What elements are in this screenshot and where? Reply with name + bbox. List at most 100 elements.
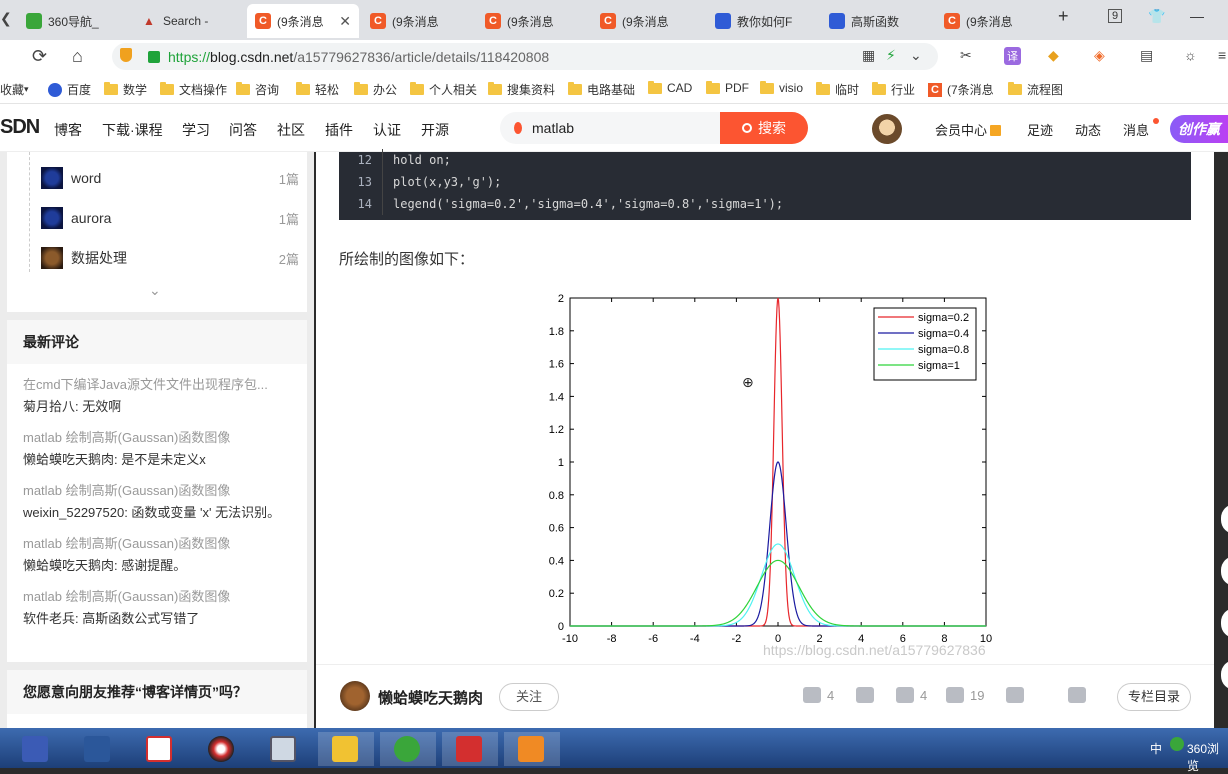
site-nav-item[interactable]: 社区 <box>277 120 305 140</box>
ime-indicator[interactable]: 中 <box>1150 740 1162 757</box>
dislike-button[interactable] <box>856 687 880 703</box>
coupon-icon[interactable]: ◆ <box>1048 47 1059 64</box>
new-tab-button[interactable]: + <box>1058 6 1069 27</box>
csdn-logo[interactable]: SDN <box>0 116 40 139</box>
bookmark-item[interactable]: 行业 <box>872 81 915 98</box>
tray-app-label[interactable]: 360浏览 <box>1187 740 1228 774</box>
site-nav-item[interactable]: 学习 <box>182 120 210 140</box>
browser-tab[interactable]: C (9条消息 <box>936 4 1048 38</box>
browser-tab[interactable]: C (9条消息 <box>477 4 589 38</box>
column-item-data-processing[interactable]: 数据处理 2篇 <box>29 244 299 272</box>
comment-item[interactable]: matlab 绘制高斯(Gaussan)函数图像 weixin_52297520:… <box>7 480 307 523</box>
comment-item[interactable]: matlab 绘制高斯(Gaussan)函数图像 软件老兵: 高斯函数公式写错了 <box>7 586 307 629</box>
bookmark-item[interactable]: visio <box>760 80 803 95</box>
column-toc-button[interactable]: 专栏目录 <box>1117 683 1191 711</box>
bookmark-item[interactable]: 收藏 ▾ <box>0 81 29 98</box>
search-button[interactable]: 搜索 <box>720 112 808 144</box>
author-name[interactable]: 懒蛤蟆吃天鹅肉 <box>378 687 483 708</box>
site-nav-item[interactable]: 开源 <box>421 120 449 140</box>
taskbar-youdao[interactable] <box>442 732 498 766</box>
site-nav-item[interactable]: 下载·课程 <box>102 120 163 140</box>
bookmark-item[interactable]: 咨询 <box>236 81 279 98</box>
column-item-word[interactable]: word 1篇 <box>29 164 299 192</box>
favorite-button[interactable]: 19 <box>946 687 984 703</box>
footprint-link[interactable]: 足迹 <box>1027 120 1053 139</box>
follow-button[interactable]: 关注 <box>499 683 559 711</box>
menu-icon[interactable]: ≡ <box>1218 47 1226 63</box>
bookmark-item[interactable]: 办公 <box>354 81 397 98</box>
comment-article-title[interactable]: matlab 绘制高斯(Gaussan)函数图像 <box>7 480 307 499</box>
site-nav-item[interactable]: 博客 <box>54 120 82 140</box>
taskbar-visio[interactable] <box>8 732 64 766</box>
search-input[interactable]: matlab <box>532 120 574 136</box>
back-icon[interactable]: ❮ <box>0 10 12 27</box>
column-item-aurora[interactable]: aurora 1篇 <box>29 204 299 232</box>
brightness-icon[interactable]: ☼ <box>1184 47 1197 63</box>
comment-article-title[interactable]: 在cmd下编译Java源文件文件出现程序包... <box>7 374 307 393</box>
messages-link[interactable]: 消息 <box>1123 120 1149 139</box>
tab-count-badge[interactable]: 9 <box>1108 9 1123 23</box>
shirt-icon[interactable]: 👕 <box>1148 8 1165 25</box>
site-nav-item[interactable]: 认证 <box>373 120 401 140</box>
site-nav-item[interactable]: 插件 <box>325 120 353 140</box>
browser-tab[interactable]: C (9条消息 <box>592 4 704 38</box>
author-avatar[interactable] <box>340 681 370 711</box>
taskbar-window[interactable] <box>256 732 312 766</box>
refresh-icon[interactable]: ⟳ <box>32 46 47 67</box>
create-button[interactable]: 创作赢 <box>1170 115 1228 143</box>
member-center-link[interactable]: 会员中心 <box>935 120 1002 139</box>
bookmark-item[interactable]: 轻松 <box>296 81 339 98</box>
comment-article-title[interactable]: matlab 绘制高斯(Gaussan)函数图像 <box>7 586 307 605</box>
expand-chevron-icon[interactable]: ⌄ <box>149 282 161 299</box>
bookmark-item[interactable]: 搜集资料 <box>488 81 555 98</box>
bookmark-item[interactable]: PDF <box>706 80 749 95</box>
security-shield-icon[interactable] <box>120 48 132 62</box>
comment-article-title[interactable]: matlab 绘制高斯(Gaussan)函数图像 <box>7 427 307 446</box>
browser-tab[interactable]: C (9条消息 ✕ <box>247 4 359 38</box>
tab-close-button[interactable]: ✕ <box>339 13 351 30</box>
bookmark-item[interactable]: 流程图 <box>1008 81 1063 98</box>
browser-tab[interactable]: ▲ Search - <box>133 4 245 38</box>
comment-item[interactable]: 在cmd下编译Java源文件文件出现程序包... 菊月拾八: 无效啊 <box>7 374 307 417</box>
bookmark-item[interactable]: 文档操作 <box>160 81 227 98</box>
home-icon[interactable]: ⌂ <box>72 46 83 67</box>
bookmark-item[interactable]: CAD <box>648 80 692 95</box>
taskbar-media[interactable] <box>194 732 250 766</box>
browser-tab[interactable]: C (9条消息 <box>362 4 474 38</box>
taskbar-explorer[interactable] <box>318 732 374 766</box>
bookmark-item[interactable]: 数学 <box>104 81 147 98</box>
qr-code-icon[interactable]: ▦ <box>862 47 875 64</box>
comment-item[interactable]: matlab 绘制高斯(Gaussan)函数图像 懒蛤蟆吃天鹅肉: 感谢提醒。 <box>7 533 307 576</box>
apps-grid-icon[interactable]: ▤ <box>1140 47 1153 64</box>
browser-tab[interactable]: 高斯函数 <box>821 4 933 38</box>
360-tray-icon[interactable] <box>1170 737 1184 751</box>
share-button[interactable] <box>1068 687 1092 703</box>
comment-button[interactable]: 4 <box>896 687 927 703</box>
taskbar-paint[interactable] <box>504 732 560 766</box>
chevron-down-icon[interactable]: ⌄ <box>910 47 922 64</box>
taskbar-word[interactable] <box>70 732 126 766</box>
game-controller-icon[interactable]: ◈ <box>1094 47 1105 64</box>
browser-tab[interactable]: 360导航_ <box>18 4 130 38</box>
visio-icon <box>22 736 48 762</box>
taskbar-pdf[interactable] <box>132 732 188 766</box>
browser-tab[interactable]: 教你如何F <box>707 4 819 38</box>
bookmark-item[interactable]: 个人相关 <box>410 81 477 98</box>
lightning-icon[interactable]: ⚡ <box>886 47 896 64</box>
bookmark-item[interactable]: C (7条消息 <box>928 81 994 98</box>
bookmark-item[interactable]: 临时 <box>816 81 859 98</box>
minimize-button[interactable]: — <box>1190 8 1204 24</box>
comment-article-title[interactable]: matlab 绘制高斯(Gaussan)函数图像 <box>7 533 307 552</box>
user-avatar[interactable] <box>872 114 902 144</box>
comment-item[interactable]: matlab 绘制高斯(Gaussan)函数图像 懒蛤蟆吃天鹅肉: 是不是未定义x <box>7 427 307 470</box>
address-bar[interactable]: https:// blog.csdn.net /a15779627836/art… <box>112 43 938 70</box>
reward-button[interactable] <box>1006 687 1030 703</box>
activity-link[interactable]: 动态 <box>1075 120 1101 139</box>
bookmark-item[interactable]: 电路基础 <box>568 81 635 98</box>
site-nav-item[interactable]: 问答 <box>229 120 257 140</box>
bookmark-item[interactable]: 百度 <box>48 81 91 98</box>
like-button[interactable]: 4 <box>803 687 834 703</box>
scissors-icon[interactable]: ✂ <box>960 47 972 64</box>
translate-button[interactable]: 译 <box>1004 47 1021 65</box>
taskbar-360-browser[interactable] <box>380 732 436 766</box>
